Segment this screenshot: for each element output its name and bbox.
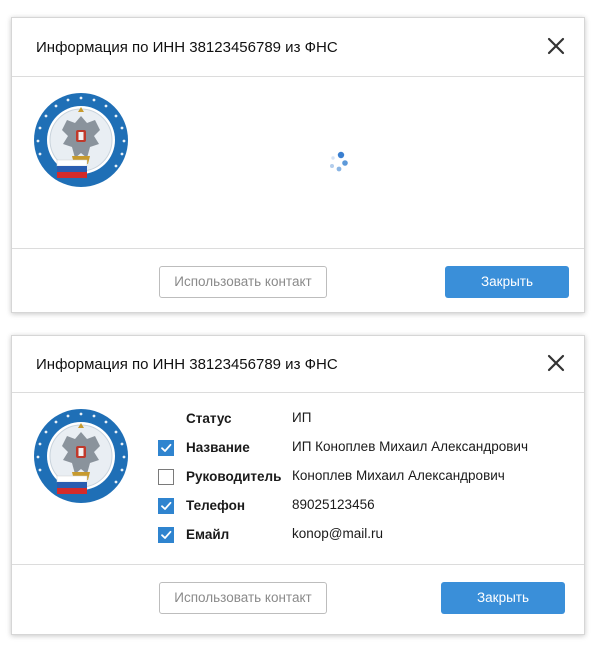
field-value: ИП xyxy=(292,410,312,425)
field-value: Коноплев Михаил Александрович xyxy=(292,468,505,483)
use-contact-button[interactable]: Использовать контакт xyxy=(159,582,327,614)
field-row-name: Название ИП Коноплев Михаил Александрови… xyxy=(158,437,574,459)
name-checkbox[interactable] xyxy=(158,440,174,456)
field-label: Статус xyxy=(186,411,232,426)
field-label: Руководитель xyxy=(186,469,282,484)
close-button[interactable]: Закрыть xyxy=(445,266,569,298)
field-label: Емайл xyxy=(186,527,230,542)
dialog-header: Информация по ИНН 38123456789 из ФНС xyxy=(12,336,584,393)
field-value: ИП Коноплев Михаил Александрович xyxy=(292,439,528,454)
footer-divider xyxy=(12,248,584,249)
loading-spinner-icon xyxy=(330,151,348,172)
field-label: Название xyxy=(186,440,250,455)
field-row-status: Статус ИП xyxy=(158,408,574,430)
close-button[interactable]: Закрыть xyxy=(441,582,565,614)
dialog-title: Информация по ИНН 38123456789 из ФНС xyxy=(36,356,338,373)
dialog-header: Информация по ИНН 38123456789 из ФНС xyxy=(12,18,584,77)
fns-emblem-icon xyxy=(33,408,129,504)
use-contact-button[interactable]: Использовать контакт xyxy=(159,266,327,298)
field-row-director: Руководитель Коноплев Михаил Александров… xyxy=(158,466,574,488)
footer-divider xyxy=(12,564,584,565)
phone-checkbox[interactable] xyxy=(158,498,174,514)
field-value: konop@mail.ru xyxy=(292,526,383,541)
dialog-title: Информация по ИНН 38123456789 из ФНС xyxy=(36,39,338,56)
field-row-email: Емайл konop@mail.ru xyxy=(158,524,574,546)
field-row-phone: Телефон 89025123456 xyxy=(158,495,574,517)
fns-info-dialog-loading: Информация по ИНН 38123456789 из ФНС Исп… xyxy=(11,17,585,313)
close-icon[interactable] xyxy=(544,351,568,375)
email-checkbox[interactable] xyxy=(158,527,174,543)
director-checkbox[interactable] xyxy=(158,469,174,485)
close-icon[interactable] xyxy=(544,34,568,58)
field-label: Телефон xyxy=(186,498,246,513)
fns-info-dialog-result: Информация по ИНН 38123456789 из ФНС Ста… xyxy=(11,335,585,635)
field-value: 89025123456 xyxy=(292,497,375,512)
fns-emblem-icon xyxy=(33,92,129,188)
